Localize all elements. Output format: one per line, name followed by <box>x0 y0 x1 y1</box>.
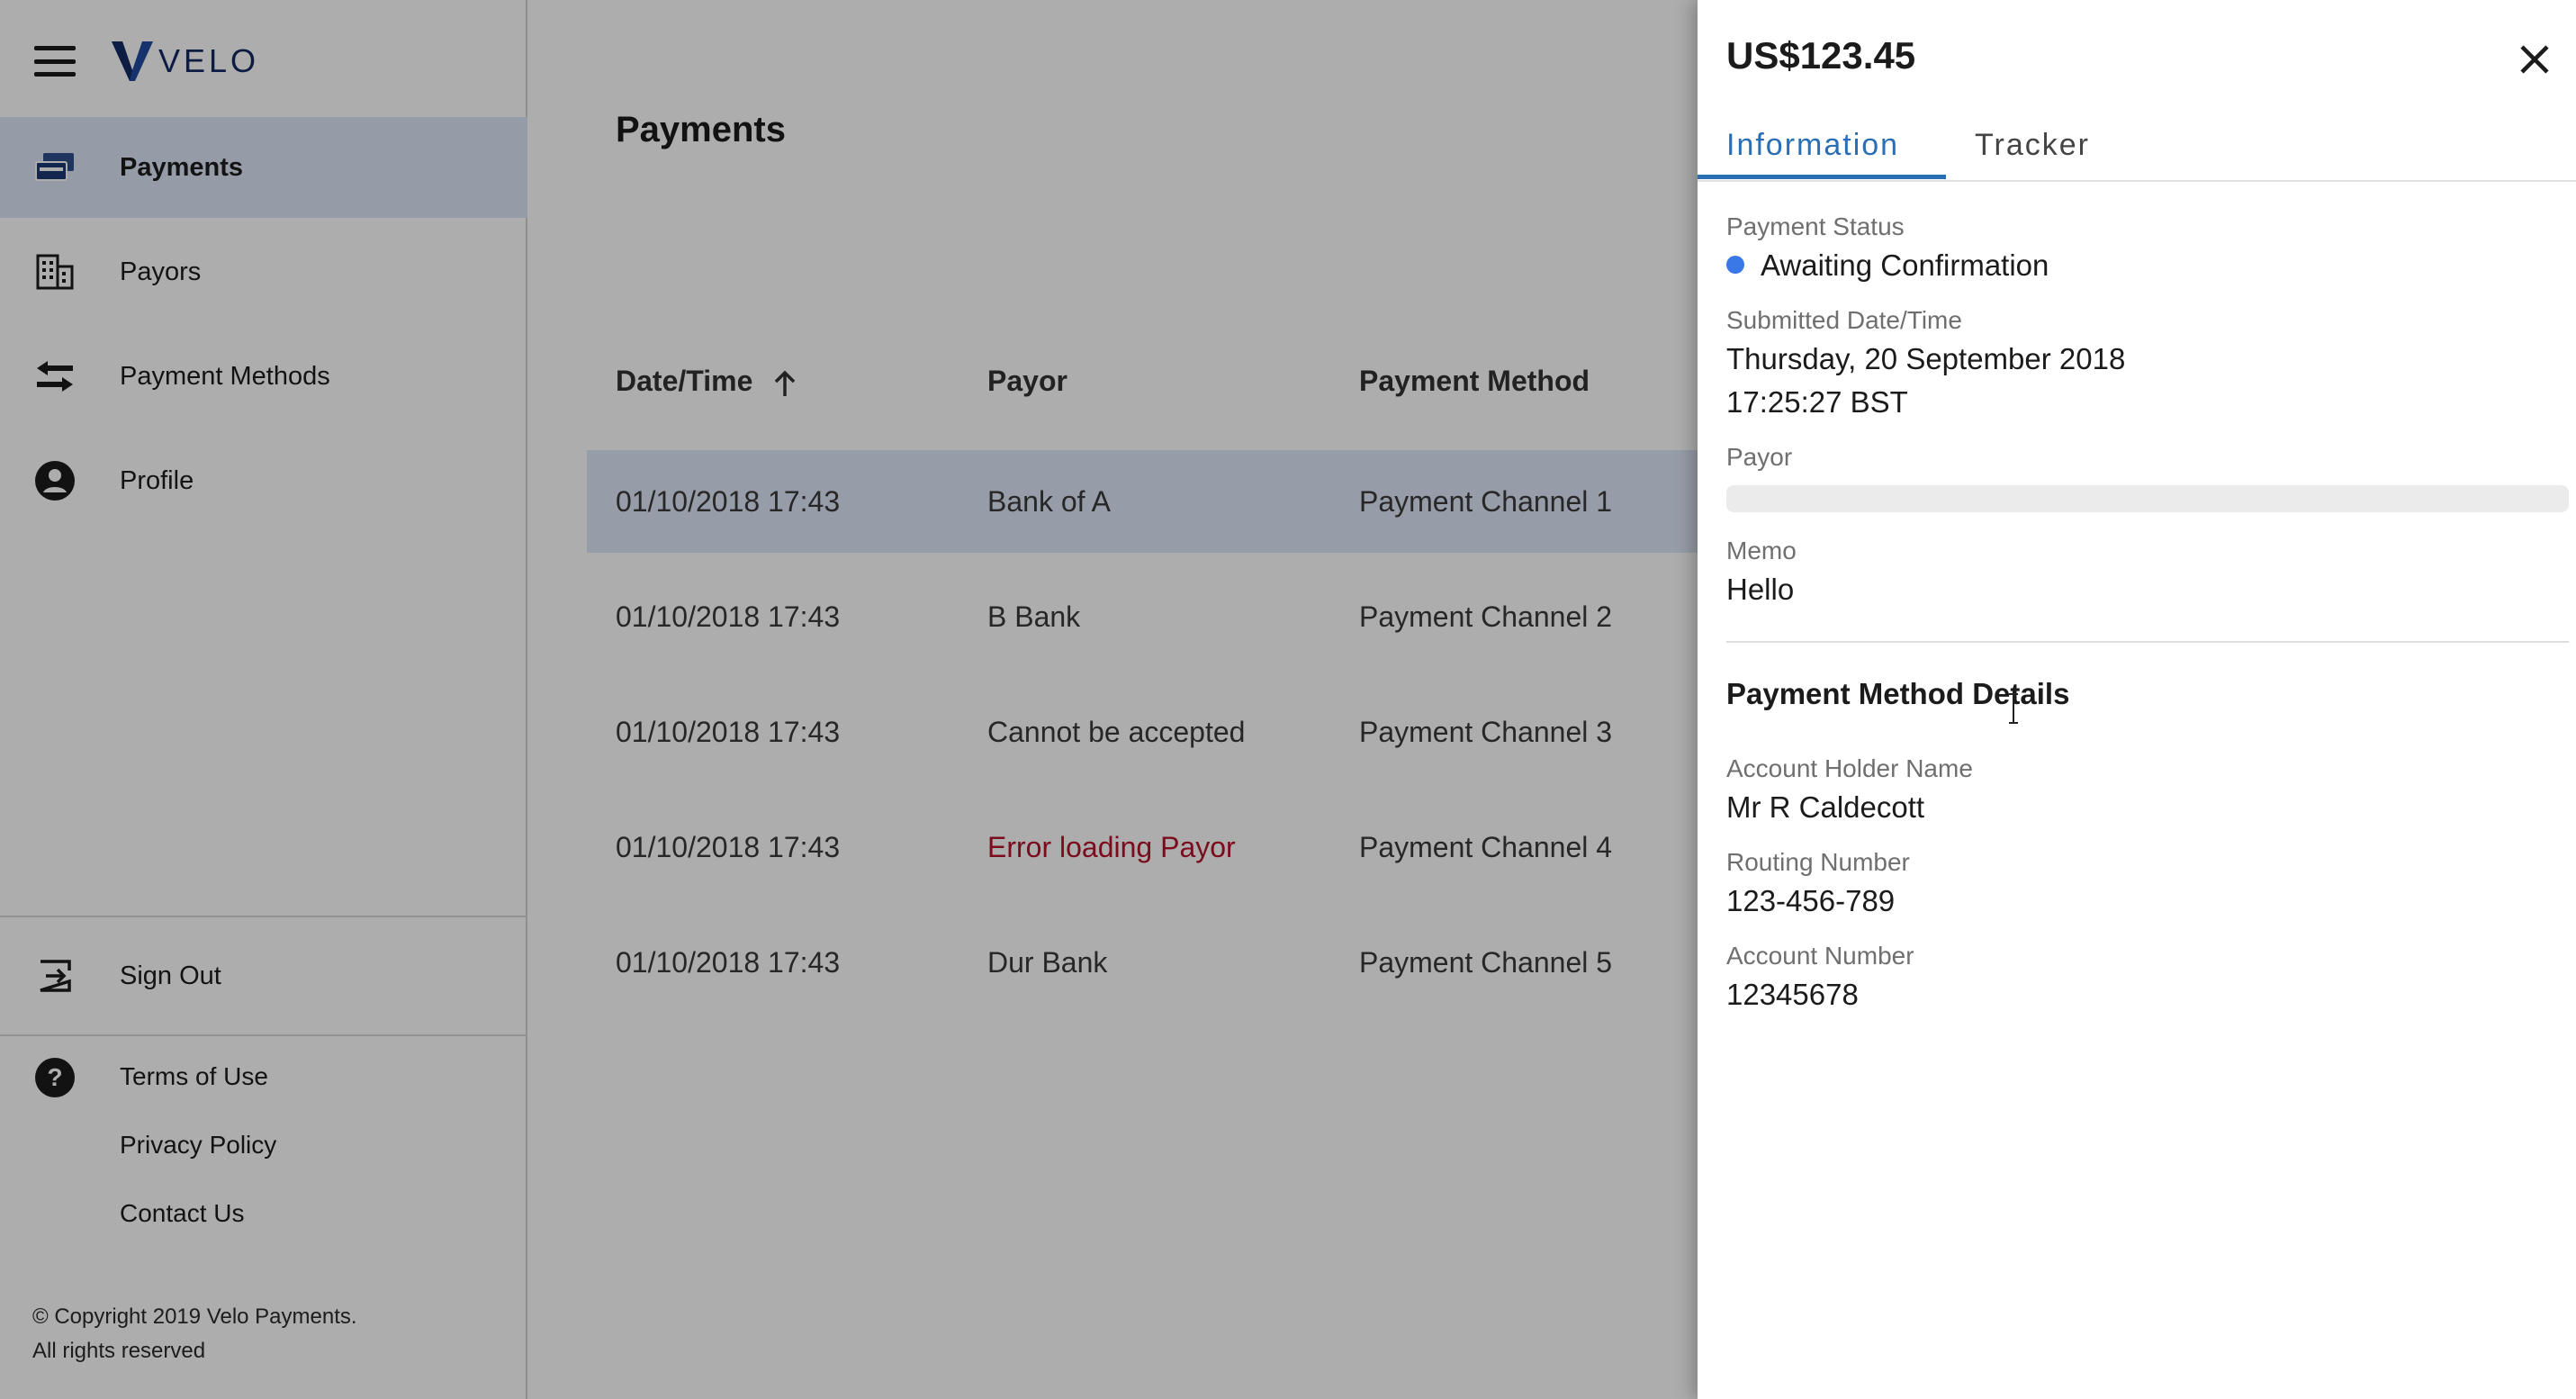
cell-datetime: 01/10/2018 17:43 <box>616 485 841 518</box>
close-icon[interactable] <box>2517 41 2553 77</box>
payments-icon <box>32 145 77 190</box>
drawer-tabs: Information Tracker <box>1698 117 2576 182</box>
brand-bar: VELO <box>34 34 259 88</box>
building-icon <box>32 249 77 294</box>
cell-datetime: 01/10/2018 17:43 <box>616 600 841 633</box>
velo-v-icon <box>112 41 153 81</box>
cell-payor: Cannot be accepted <box>987 716 1246 748</box>
drawer-divider <box>1726 641 2569 643</box>
payment-status: Awaiting Confirmation <box>1726 248 2049 283</box>
table-row[interactable]: 01/10/2018 17:43 Cannot be accepted Paym… <box>587 681 1712 783</box>
payment-detail-drawer: US$123.45 Information Tracker Payment St… <box>1698 0 2576 1399</box>
memo-value: Hello <box>1726 573 1795 606</box>
cell-datetime: 01/10/2018 17:43 <box>616 946 841 979</box>
active-tab-indicator <box>1698 175 1946 179</box>
tab-tracker[interactable]: Tracker <box>1975 128 2090 163</box>
payment-status-value: Awaiting Confirmation <box>1761 248 2049 282</box>
sidebar-divider <box>0 1034 527 1036</box>
sidebar-item-label: Payment Methods <box>120 361 330 391</box>
routing-number-label: Routing Number <box>1726 848 1910 876</box>
sidebar: VELO Payments Payors Payment Methods Pro… <box>0 0 527 1399</box>
cell-payment-method: Payment Channel 4 <box>1359 831 1613 863</box>
account-number-value: 12345678 <box>1726 978 1859 1011</box>
cell-payment-method: Payment Channel 1 <box>1359 485 1613 518</box>
terms-of-use-link[interactable]: Terms of Use <box>120 1062 268 1091</box>
menu-icon[interactable] <box>34 46 76 77</box>
copyright-line: All rights reserved <box>32 1339 206 1363</box>
submitted-label: Submitted Date/Time <box>1726 306 1962 334</box>
account-circle-icon <box>32 458 77 503</box>
submitted-time: 17:25:27 BST <box>1726 385 1908 419</box>
sidebar-item-payment-methods[interactable]: Payment Methods <box>0 326 527 427</box>
table-row[interactable]: 01/10/2018 17:43 Dur Bank Payment Channe… <box>587 911 1712 1014</box>
submitted-date: Thursday, 20 September 2018 <box>1726 342 2126 375</box>
text-cursor-icon <box>2009 693 2018 724</box>
help-icon: ? <box>34 1057 76 1103</box>
account-holder-value: Mr R Caldecott <box>1726 790 1925 824</box>
svg-text:?: ? <box>47 1063 62 1091</box>
cell-payment-method: Payment Channel 3 <box>1359 716 1613 748</box>
copyright: © Copyright 2019 Velo Payments. All righ… <box>32 1300 357 1368</box>
sidebar-item-label: Profile <box>120 465 194 495</box>
account-holder-label: Account Holder Name <box>1726 754 1973 782</box>
payment-amount: US$123.45 <box>1726 34 1916 77</box>
swap-arrows-icon <box>32 354 77 399</box>
routing-number-value: 123-456-789 <box>1726 884 1896 917</box>
payor-loading-placeholder <box>1726 485 2569 512</box>
column-header-payment-method[interactable]: Payment Method <box>1359 365 1590 398</box>
contact-us-link[interactable]: Contact Us <box>120 1199 245 1228</box>
sidebar-item-label: Payments <box>120 152 244 182</box>
cell-payor: B Bank <box>987 600 1081 633</box>
tab-information[interactable]: Information <box>1726 128 1899 163</box>
cell-payment-method: Payment Channel 5 <box>1359 946 1613 979</box>
copyright-line: © Copyright 2019 Velo Payments. <box>32 1304 357 1329</box>
table-row[interactable]: 01/10/2018 17:43 Bank of A Payment Chann… <box>587 450 1712 553</box>
table-row[interactable]: 01/10/2018 17:43 Error loading Payor Pay… <box>587 796 1712 898</box>
sign-out-icon <box>32 953 77 998</box>
page-title: Payments <box>616 110 786 149</box>
memo-label: Memo <box>1726 537 1797 564</box>
sidebar-divider <box>0 916 527 917</box>
cell-payor-error: Error loading Payor <box>987 831 1236 863</box>
payment-status-label: Payment Status <box>1726 212 1905 240</box>
column-header-payor[interactable]: Payor <box>987 365 1067 398</box>
sidebar-item-profile[interactable]: Profile <box>0 430 527 531</box>
cell-datetime: 01/10/2018 17:43 <box>616 831 841 863</box>
payor-label: Payor <box>1726 443 1793 471</box>
cell-payor: Bank of A <box>987 485 1111 518</box>
sidebar-item-payments[interactable]: Payments <box>0 117 527 218</box>
privacy-policy-link[interactable]: Privacy Policy <box>120 1131 276 1160</box>
velo-logo[interactable]: VELO <box>110 40 259 83</box>
sort-ascending-icon <box>775 370 796 396</box>
cell-payment-method: Payment Channel 2 <box>1359 600 1613 633</box>
column-header-label: Date/Time <box>616 365 753 397</box>
column-header-datetime[interactable]: Date/Time <box>616 365 798 398</box>
account-number-label: Account Number <box>1726 942 1914 970</box>
cell-payor: Dur Bank <box>987 946 1108 979</box>
sign-out-button[interactable]: Sign Out <box>0 925 527 1026</box>
sidebar-item-payors[interactable]: Payors <box>0 221 527 322</box>
brand-text: VELO <box>158 42 260 79</box>
sidebar-item-label: Payors <box>120 257 202 286</box>
table-row[interactable]: 01/10/2018 17:43 B Bank Payment Channel … <box>587 565 1712 668</box>
sign-out-label: Sign Out <box>120 961 221 990</box>
cell-datetime: 01/10/2018 17:43 <box>616 716 841 748</box>
status-dot-icon <box>1726 256 1744 275</box>
